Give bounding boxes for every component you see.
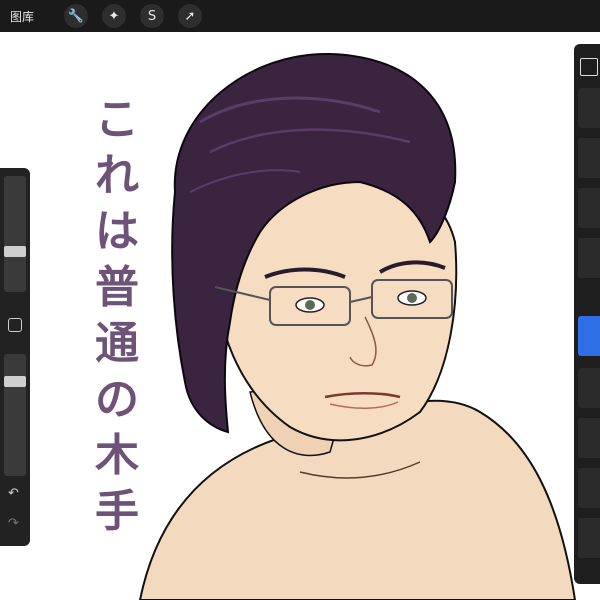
drawing-canvas[interactable]: こ れ は 普 通 の 木 手: [0, 32, 600, 600]
calligraphy-char: 手: [95, 486, 139, 537]
brush-sidebar: ↶ ↷: [0, 168, 30, 546]
redo-icon[interactable]: ↷: [8, 516, 19, 531]
calligraphy-char: こ: [95, 94, 139, 145]
brush-size-slider[interactable]: [4, 176, 26, 292]
selection-s-icon[interactable]: S: [140, 4, 164, 28]
brush-size-thumb[interactable]: [4, 246, 26, 257]
layer-thumbnail[interactable]: [578, 188, 600, 228]
modify-button-icon[interactable]: [8, 318, 22, 332]
layer-thumbnail[interactable]: [578, 368, 600, 408]
calligraphy-char: 通: [95, 318, 139, 369]
vertical-calligraphy-text: こ れ は 普 通 の 木 手: [82, 92, 152, 540]
layers-icon[interactable]: [580, 58, 598, 76]
layers-panel: [574, 44, 600, 584]
layer-thumbnail[interactable]: [578, 418, 600, 458]
calligraphy-char: 普: [95, 262, 139, 313]
arrow-icon[interactable]: ➚: [178, 4, 202, 28]
layer-thumbnail[interactable]: [578, 468, 600, 508]
layer-thumbnail[interactable]: [578, 518, 600, 558]
layer-thumbnail[interactable]: [578, 238, 600, 278]
top-toolbar: 图库 🔧 ✦ S ➚: [0, 0, 600, 32]
calligraphy-char: れ: [95, 150, 139, 201]
undo-icon[interactable]: ↶: [8, 486, 19, 501]
layer-thumbnail[interactable]: [578, 138, 600, 178]
layer-thumbnail[interactable]: [578, 88, 600, 128]
opacity-thumb[interactable]: [4, 376, 26, 387]
gallery-button[interactable]: 图库: [10, 8, 50, 25]
wrench-icon[interactable]: 🔧: [64, 4, 88, 28]
magic-wand-icon[interactable]: ✦: [102, 4, 126, 28]
layer-thumbnail-selected[interactable]: [578, 316, 600, 356]
calligraphy-char: 木: [95, 430, 139, 481]
calligraphy-char: の: [95, 374, 139, 425]
opacity-slider[interactable]: [4, 354, 26, 476]
calligraphy-char: は: [95, 206, 139, 257]
